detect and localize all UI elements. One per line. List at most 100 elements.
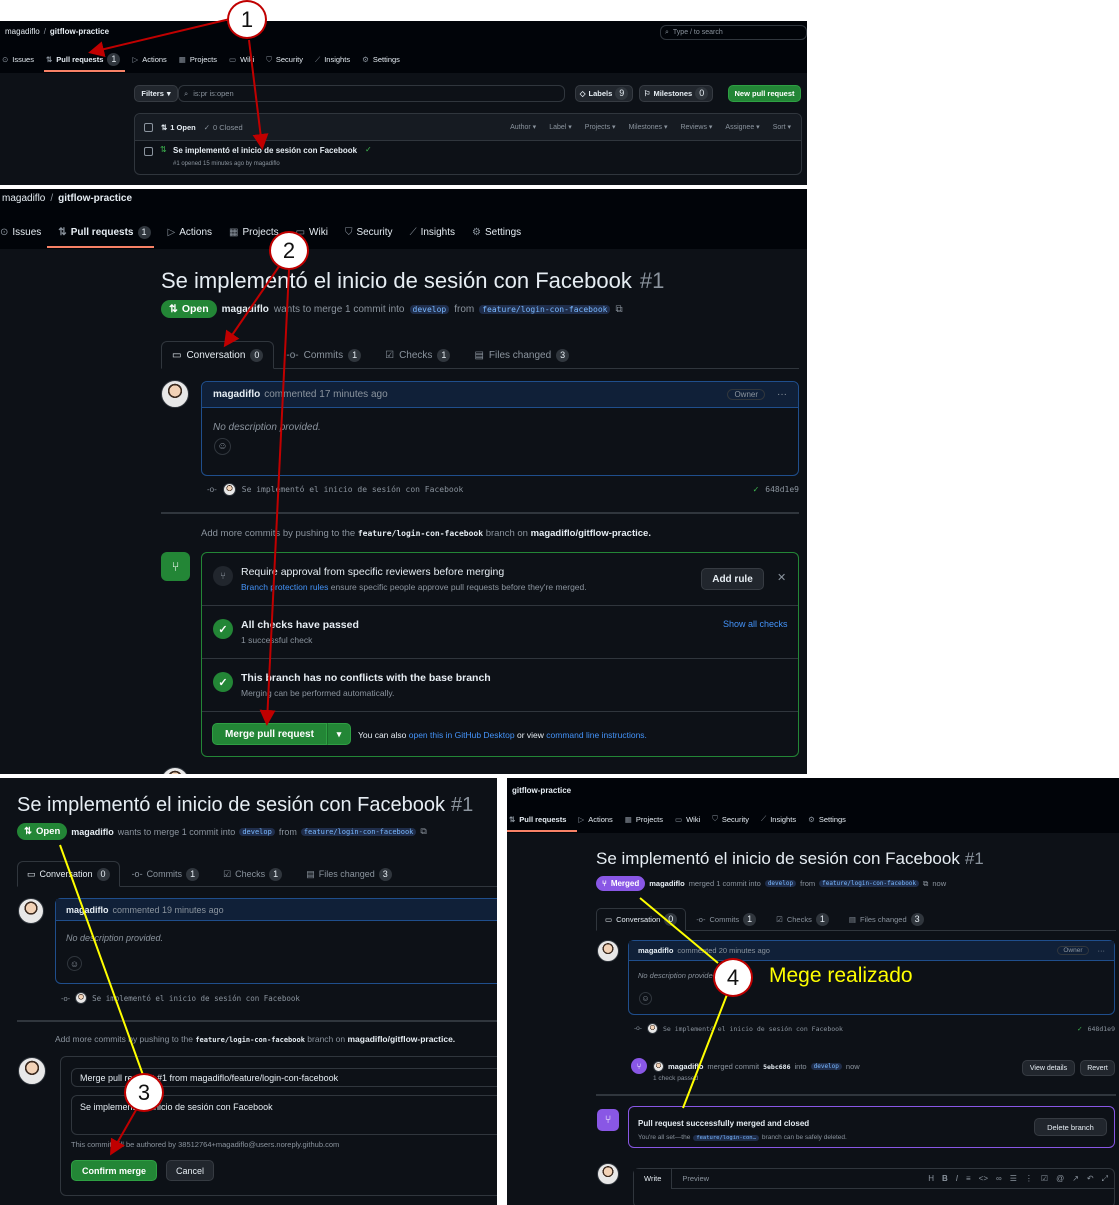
tab-files-changed[interactable]: ▤ Files changed 3 xyxy=(839,913,934,926)
pr-item-checkbox[interactable] xyxy=(144,147,153,156)
head-branch-ref[interactable]: feature/login-con-facebook xyxy=(195,1036,305,1044)
author-avatar[interactable] xyxy=(18,898,44,924)
preview-tab[interactable]: Preview xyxy=(672,1174,719,1183)
tab-actions[interactable]: ▷ Actions xyxy=(132,55,166,64)
pr-author[interactable]: magadiflo xyxy=(649,879,684,888)
copy-icon[interactable]: ⧉ xyxy=(615,304,622,315)
comment-author[interactable]: magadiflo xyxy=(66,905,109,915)
smiley-icon[interactable]: ☺ xyxy=(67,956,82,971)
task-list-icon[interactable]: ☑ xyxy=(1041,1174,1048,1183)
ordered-list-icon[interactable]: ⋮ xyxy=(1025,1174,1033,1183)
delete-branch-button[interactable]: Delete branch xyxy=(1034,1118,1107,1136)
tab-wiki[interactable]: ▭ Wiki xyxy=(229,55,254,64)
tab-pull-requests[interactable]: ⇅ Pull requests xyxy=(509,815,566,824)
tab-actions[interactable]: ▷ Actions xyxy=(168,227,213,238)
tab-checks[interactable]: ☑ Checks 1 xyxy=(373,348,462,362)
global-search-input[interactable]: ⌕ Type / to search xyxy=(660,25,807,40)
tab-projects[interactable]: ▦ Projects xyxy=(625,815,663,824)
tab-security[interactable]: ⛉ Security xyxy=(266,55,303,65)
tab-issues[interactable]: ⊙ Issues xyxy=(0,227,41,238)
assignee-filter[interactable]: Assignee ▾ xyxy=(725,123,759,131)
write-tab[interactable]: Write xyxy=(634,1168,673,1189)
repo-name-link[interactable]: gitflow-practice xyxy=(58,193,132,204)
repo-ref[interactable]: magadiflo/gitflow-practice. xyxy=(347,1034,455,1044)
viewer-avatar[interactable] xyxy=(161,767,189,774)
tab-files-changed[interactable]: ▤ Files changed 3 xyxy=(294,867,404,881)
code-icon[interactable]: <> xyxy=(979,1174,988,1183)
quote-icon[interactable]: ≡ xyxy=(966,1174,971,1183)
pr-search-input[interactable]: ⌕ is:pr is:open xyxy=(178,85,565,102)
sort-filter[interactable]: Sort ▾ xyxy=(773,123,791,131)
open-filter[interactable]: ⇅ 1 Open xyxy=(161,123,196,132)
tab-conversation[interactable]: ▭ Conversation 0 xyxy=(596,908,687,931)
head-branch[interactable]: feature/login-con-facebook xyxy=(479,304,611,314)
tab-checks[interactable]: ☑ Checks 1 xyxy=(211,867,294,881)
kebab-menu-icon[interactable]: ··· xyxy=(1098,946,1106,955)
copy-icon[interactable]: ⧉ xyxy=(923,879,928,889)
close-icon[interactable]: ✕ xyxy=(777,571,786,584)
repo-ref[interactable]: magadiflo/gitflow-practice. xyxy=(531,528,651,539)
pr-author[interactable]: magadiflo xyxy=(71,827,114,837)
commit-sha[interactable]: 648d1e9 xyxy=(765,485,799,494)
new-pull-request-button[interactable]: New pull request xyxy=(728,85,801,102)
command-line-link[interactable]: command line instructions. xyxy=(546,730,647,740)
github-desktop-link[interactable]: open this in GitHub Desktop xyxy=(409,730,515,740)
link-icon[interactable]: ∞ xyxy=(996,1174,1002,1183)
base-branch[interactable]: develop xyxy=(764,880,797,887)
tab-insights[interactable]: ⟋ Insights xyxy=(315,55,350,65)
mention-icon[interactable]: @ xyxy=(1056,1174,1064,1183)
show-all-checks-link[interactable]: Show all checks xyxy=(723,619,788,629)
view-details-button[interactable]: View details xyxy=(1022,1060,1075,1076)
fullscreen-icon[interactable]: ⤢ xyxy=(1102,1174,1108,1184)
base-branch[interactable]: develop xyxy=(409,304,450,314)
undo-icon[interactable]: ↶ xyxy=(1087,1174,1094,1183)
select-all-checkbox[interactable] xyxy=(144,122,153,132)
reference-icon[interactable]: ↗ xyxy=(1072,1174,1079,1183)
revert-button[interactable]: Revert xyxy=(1080,1060,1115,1076)
add-rule-button[interactable]: Add rule xyxy=(701,568,764,590)
tab-commits[interactable]: -o- Commits 1 xyxy=(274,348,373,362)
smiley-icon[interactable]: ☺ xyxy=(214,438,231,455)
heading-icon[interactable]: H xyxy=(928,1174,934,1183)
commit-message[interactable]: Se implementó el inicio de sesión con Fa… xyxy=(663,1025,843,1033)
labels-button[interactable]: ◇ Labels 9 xyxy=(575,85,633,102)
label-filter[interactable]: Label ▾ xyxy=(549,123,572,131)
tab-settings[interactable]: ⚙ Settings xyxy=(472,227,521,238)
tab-pull-requests[interactable]: ⇅ Pull requests 1 xyxy=(58,226,151,239)
tab-projects[interactable]: ▦ Projects xyxy=(229,227,279,238)
head-branch[interactable]: feature/login-con-facebook xyxy=(300,827,417,836)
commit-sha[interactable]: 648d1e9 xyxy=(1088,1025,1115,1033)
commit-message[interactable]: Se implementó el inicio de sesión con Fa… xyxy=(242,485,464,494)
closed-filter[interactable]: ✓ 0 Closed xyxy=(204,123,243,132)
tab-settings[interactable]: ⚙ Settings xyxy=(808,815,846,824)
base-branch[interactable]: develop xyxy=(810,1063,842,1070)
author-avatar[interactable] xyxy=(597,940,619,962)
author-avatar[interactable] xyxy=(161,380,189,408)
tab-issues[interactable]: ⊙ Issues xyxy=(2,55,34,64)
milestones-button[interactable]: ⚐ Milestones 0 xyxy=(639,85,713,102)
comment-author[interactable]: magadiflo xyxy=(213,389,260,400)
author-filter[interactable]: Author ▾ xyxy=(510,123,536,131)
confirm-merge-button[interactable]: Confirm merge xyxy=(71,1160,157,1181)
head-branch-short[interactable]: feature/login-con… xyxy=(693,1134,759,1141)
tab-conversation[interactable]: ▭ Conversation 0 xyxy=(161,341,275,369)
viewer-avatar[interactable] xyxy=(597,1163,619,1185)
reviews-filter[interactable]: Reviews ▾ xyxy=(681,123,713,131)
merge-pull-request-button[interactable]: Merge pull request xyxy=(212,723,327,745)
repo-name-link[interactable]: gitflow-practice xyxy=(512,786,571,795)
pr-author[interactable]: magadiflo xyxy=(222,304,269,315)
smiley-icon[interactable]: ☺ xyxy=(639,992,652,1005)
tab-security[interactable]: ⛉ Security xyxy=(345,227,393,238)
merge-method-dropdown[interactable]: ▾ xyxy=(327,723,351,745)
tab-insights[interactable]: ⟋ Insights xyxy=(410,227,455,238)
commit-message[interactable]: Se implementó el inicio de sesión con Fa… xyxy=(92,994,300,1003)
projects-filter[interactable]: Projects ▾ xyxy=(585,123,616,131)
italic-icon[interactable]: I xyxy=(956,1174,958,1183)
copy-icon[interactable]: ⧉ xyxy=(420,826,426,837)
tab-commits[interactable]: -o- Commits 1 xyxy=(120,867,212,881)
unordered-list-icon[interactable]: ☰ xyxy=(1010,1174,1017,1183)
comment-author[interactable]: magadiflo xyxy=(638,946,673,955)
viewer-avatar[interactable] xyxy=(18,1057,46,1085)
head-branch[interactable]: feature/login-con-facebook xyxy=(819,880,920,887)
bold-icon[interactable]: B xyxy=(942,1174,948,1183)
